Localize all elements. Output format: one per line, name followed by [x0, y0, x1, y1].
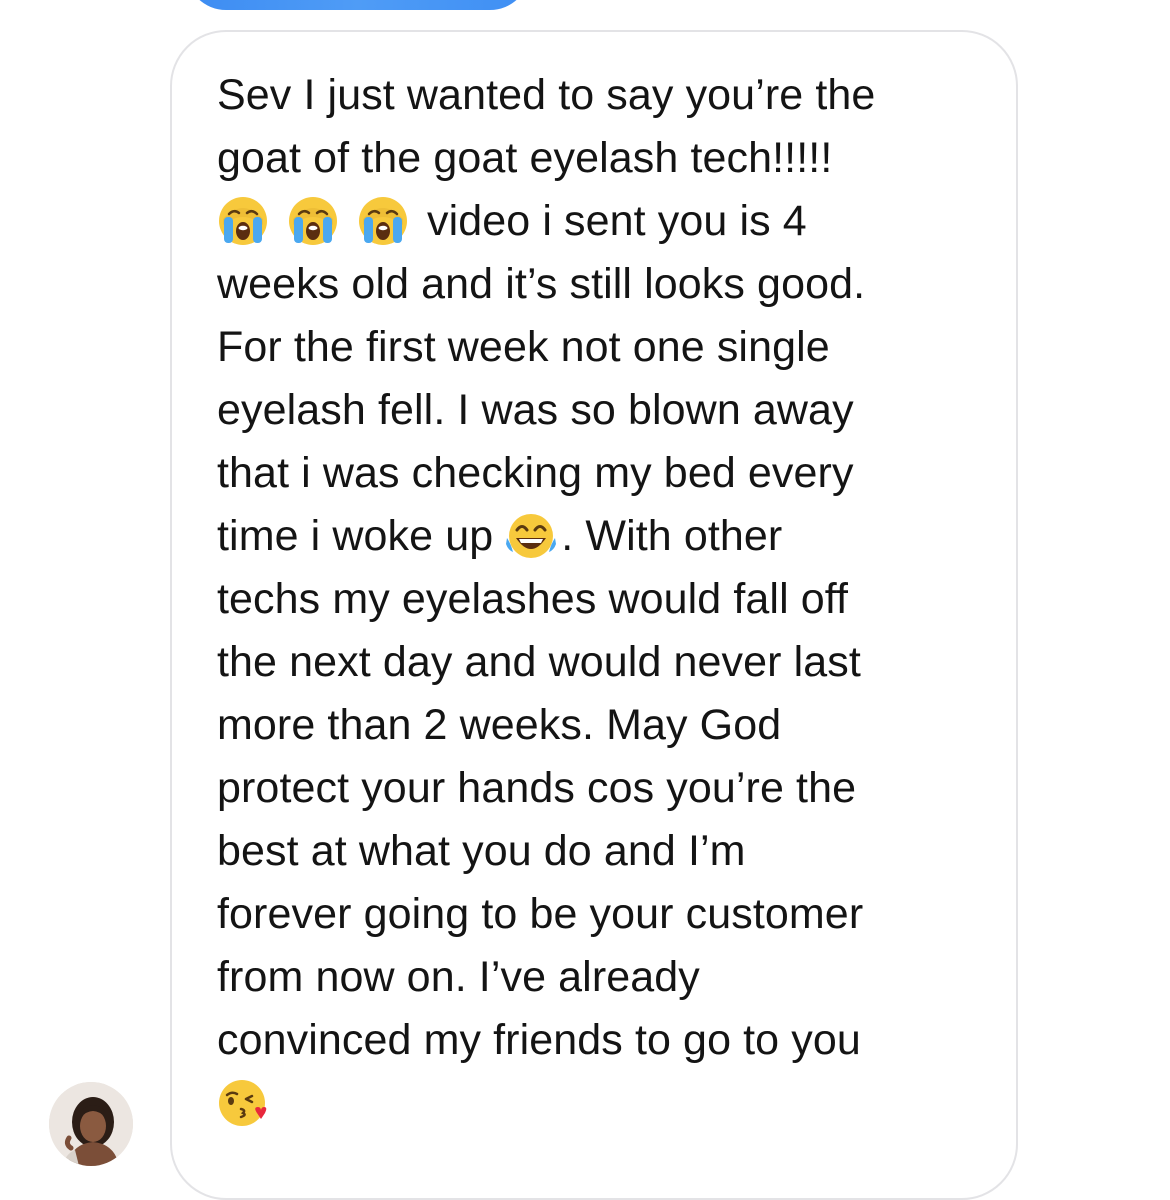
message-line: eyelash fell. I was so blown away [217, 386, 854, 434]
sent-message-bubble[interactable] [186, 0, 530, 10]
loudly-crying-face-icon [287, 195, 339, 247]
message-line: weeks old and it’s still looks good. [217, 260, 866, 308]
message-line-text: . With other [561, 512, 783, 560]
message-line: from now on. I’ve already [217, 953, 700, 1001]
loudly-crying-face-icon [357, 195, 409, 247]
face-with-tears-of-joy-icon [505, 510, 557, 562]
chat-thread: Sev I just wanted to say you’re the goat… [0, 0, 1170, 1200]
message-line: forever going to be your customer [217, 890, 864, 938]
message-line: goat of the goat eyelash tech!!!!! [217, 134, 833, 182]
sender-avatar[interactable] [49, 1082, 133, 1166]
message-line: video i sent you is 4 [217, 190, 997, 253]
message-line: time i woke up . With other [217, 505, 997, 568]
message-line [217, 1072, 997, 1135]
message-line: For the first week not one single [217, 323, 830, 371]
message-line: techs my eyelashes would fall off [217, 575, 849, 623]
message-line-text: time i woke up [217, 512, 494, 560]
face-blowing-a-kiss-icon [217, 1077, 269, 1129]
message-line: that i was checking my bed every [217, 449, 854, 497]
message-line: the next day and would never last [217, 638, 861, 686]
message-line: more than 2 weeks. May God [217, 701, 782, 749]
message-line-text: video i sent you is 4 [427, 197, 807, 245]
message-line: protect your hands cos you’re the [217, 764, 857, 812]
message-text: Sev I just wanted to say you’re the goat… [217, 64, 997, 1135]
message-line: Sev I just wanted to say you’re the [217, 71, 876, 119]
message-line: convinced my friends to go to you [217, 1016, 861, 1064]
loudly-crying-face-icon [217, 195, 269, 247]
message-line: best at what you do and I’m [217, 827, 746, 875]
